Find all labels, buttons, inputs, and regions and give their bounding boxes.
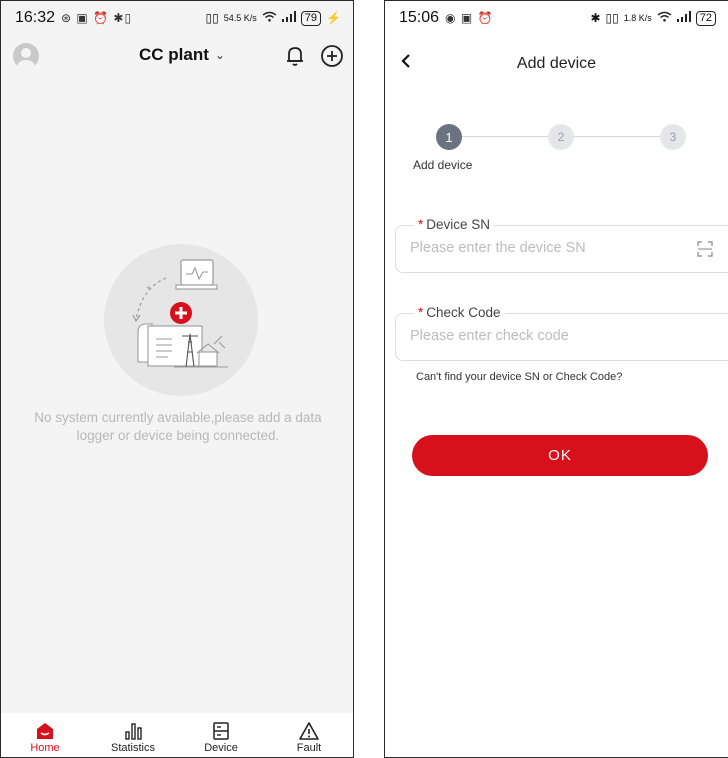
wifi-icon <box>657 11 672 25</box>
check-code-input[interactable] <box>410 328 670 344</box>
battery-indicator: 72 <box>695 10 716 26</box>
tab-label: Statistics <box>110 742 155 754</box>
step-2-indicator: 2 <box>548 124 574 150</box>
step-1-indicator: 1 <box>436 124 462 150</box>
device-sn-label: * Device SN <box>414 217 495 232</box>
bar-chart-icon <box>125 723 142 740</box>
add-device-screen: 15:06 ◉ ▣ ⏰ ✱ ▯▯ 1.8 K/s 72 Add device 1… <box>384 0 728 758</box>
step-connector <box>574 136 660 137</box>
battery-indicator: 79 <box>300 10 322 26</box>
plus-circle-icon[interactable] <box>320 44 344 68</box>
plant-name: CC plant <box>139 45 209 64</box>
bell-icon[interactable] <box>284 44 306 68</box>
status-bar: 15:06 ◉ ▣ ⏰ ✱ ▯▯ 1.8 K/s 72 <box>385 1 728 35</box>
tab-label: Fault <box>296 742 322 754</box>
status-time: 16:32 <box>15 9 56 26</box>
tab-label: Home <box>30 742 60 754</box>
svg-text:+: + <box>146 283 151 293</box>
notification-status-icons: ◉ ▣ ⏰ <box>445 11 494 25</box>
empty-state-illustration: + <box>104 244 258 396</box>
vibrate-icon: ▯▯ <box>605 11 619 25</box>
status-time: 15:06 <box>399 9 440 26</box>
device-icon <box>213 722 229 740</box>
device-sn-field: * Device SN <box>395 217 728 273</box>
device-sn-input[interactable] <box>410 240 670 256</box>
tab-device[interactable]: Device <box>177 713 265 757</box>
avatar[interactable] <box>13 43 39 69</box>
signal-icon <box>281 11 296 25</box>
bottom-tabbar: Home Statistics Device Fault <box>1 713 353 757</box>
ok-button[interactable]: OK <box>412 435 708 476</box>
network-speed: 54.5 K/s <box>223 13 257 23</box>
network-speed: 1.8 K/s <box>623 13 652 23</box>
tab-statistics[interactable]: Statistics <box>89 713 177 757</box>
check-code-label: * Check Code <box>414 305 505 320</box>
bluetooth-icon: ✱ <box>590 11 601 25</box>
add-device-header: Add device <box>385 51 728 79</box>
scan-icon[interactable] <box>697 241 713 257</box>
signal-icon <box>676 11 691 25</box>
help-link[interactable]: Can't find your device SN or Check Code? <box>416 371 622 383</box>
tab-home[interactable]: Home <box>1 713 89 757</box>
wifi-icon <box>262 11 277 25</box>
step-connector <box>462 136 548 137</box>
page-title: Add device <box>516 55 597 72</box>
status-bar: 16:32 ⊛ ▣ ⏰ ✱▯ ▯▯ 54.5 K/s 79 ⚡ <box>1 1 353 35</box>
tab-fault[interactable]: Fault <box>265 713 353 757</box>
chevron-down-icon: ⌄ <box>214 48 225 62</box>
empty-state-message: No system currently available,please add… <box>34 410 322 443</box>
home-screen: 16:32 ⊛ ▣ ⏰ ✱▯ ▯▯ 54.5 K/s 79 ⚡ CC plant… <box>0 0 354 758</box>
plant-selector[interactable]: CC plant ⌄ <box>139 45 225 65</box>
home-header: CC plant ⌄ <box>1 43 353 83</box>
charging-icon: ⚡ <box>326 11 341 25</box>
notification-status-icons: ⊛ ▣ ⏰ ✱▯ <box>61 11 133 25</box>
check-code-field: * Check Code <box>395 305 728 361</box>
vibrate-icon: ▯▯ <box>205 11 219 25</box>
tab-label: Device <box>204 742 238 754</box>
step-1-label: Add device <box>413 158 473 172</box>
home-icon <box>37 723 53 739</box>
warning-icon <box>299 722 319 740</box>
step-3-indicator: 3 <box>660 124 686 150</box>
